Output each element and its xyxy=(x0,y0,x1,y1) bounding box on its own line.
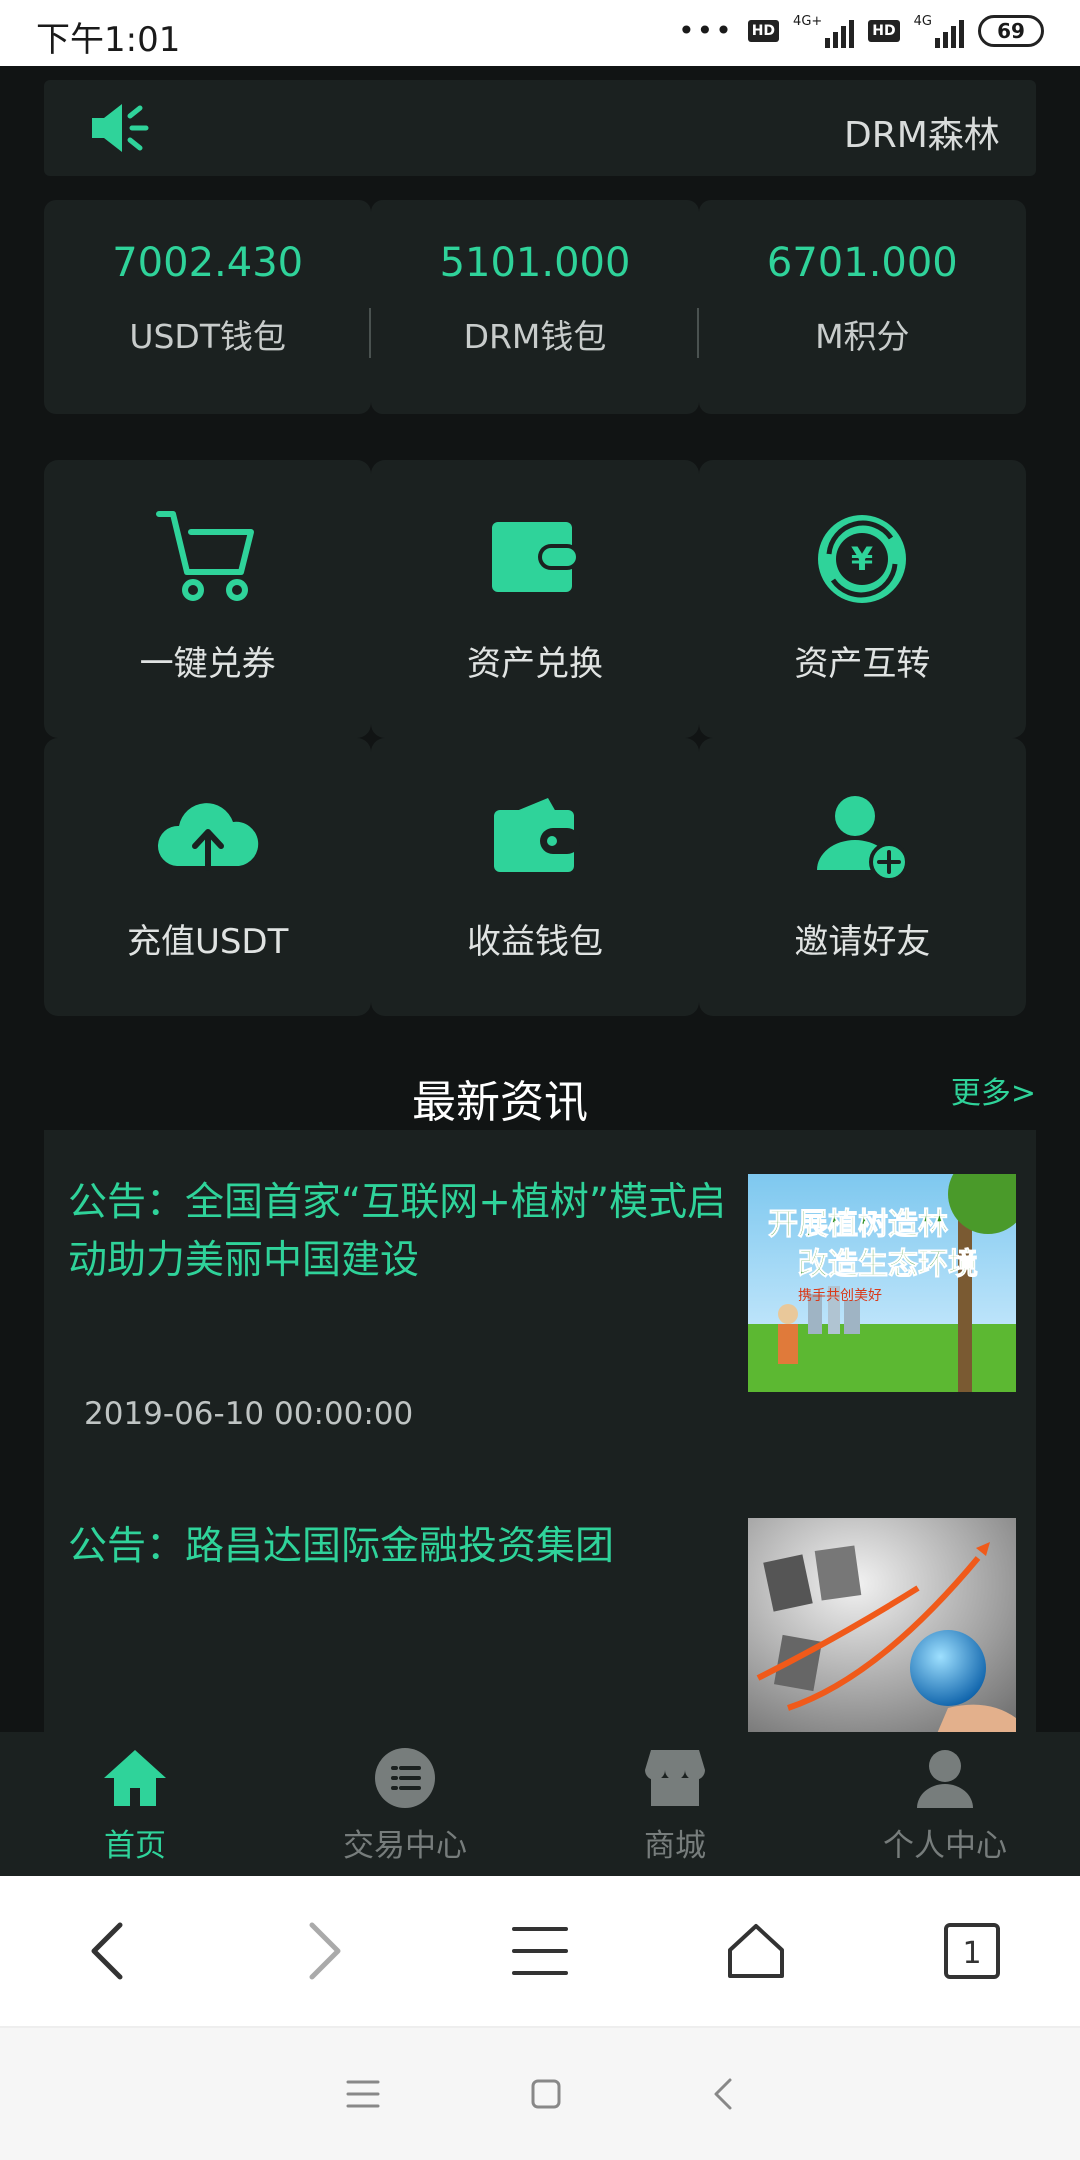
speaker-icon xyxy=(90,102,150,158)
system-nav-bar xyxy=(0,2028,1080,2160)
tab-label: 个人中心 xyxy=(883,1828,1007,1864)
network-label-2: 4G xyxy=(913,14,932,29)
action-asset-exchange[interactable]: 资产兑换 xyxy=(371,460,699,738)
news-item-title: 公告：全国首家“互联网+植树”模式启动助力美丽中国建设 xyxy=(68,1180,727,1283)
tabs-count-icon: 1 xyxy=(944,1923,1000,1979)
news-thumbnail xyxy=(748,1518,1016,1732)
wallet-icon xyxy=(371,504,698,614)
news-item-title: 公告：路昌达国际金融投资集团 xyxy=(68,1524,615,1569)
wallet-label: M积分 xyxy=(815,317,910,356)
browser-forward-button[interactable] xyxy=(216,1876,432,2026)
news-more-link[interactable]: 更多> xyxy=(951,1068,1036,1112)
hd-badge-1: HD xyxy=(747,20,780,42)
wallet-label: DRM钱包 xyxy=(463,317,607,356)
wallet-summary: 7002.430 USDT钱包 5101.000 DRM钱包 6701.000 … xyxy=(44,200,1026,414)
menu-icon xyxy=(512,1927,568,1975)
action-label: 资产兑换 xyxy=(466,644,603,684)
home-icon xyxy=(0,1746,270,1810)
news-header: 最新资讯 更多> xyxy=(0,1062,1080,1132)
bottom-tab-bar: 首页 交易中心 商城 个人中心 xyxy=(0,1732,1080,1876)
app-content: DRM森林 7002.430 USDT钱包 5101.000 DRM钱包 670… xyxy=(0,66,1080,1732)
wallet-value: 5101.000 xyxy=(439,240,631,286)
yen-exchange-icon: ¥ xyxy=(699,504,1026,614)
action-label: 收益钱包 xyxy=(466,922,603,962)
home-outline-icon xyxy=(728,1924,784,1978)
system-back-icon[interactable] xyxy=(712,2077,734,2111)
tab-label: 交易中心 xyxy=(343,1828,467,1864)
recent-apps-icon[interactable] xyxy=(346,2079,380,2109)
status-time: 下午1:01 xyxy=(36,20,181,60)
cloud-upload-icon xyxy=(44,782,371,892)
news-list: 公告：全国首家“互联网+植树”模式启动助力美丽中国建设 2019-06-10 0… xyxy=(44,1130,1036,1732)
browser-toolbar: 1 xyxy=(0,1876,1080,2028)
news-item[interactable]: 公告：全国首家“互联网+植树”模式启动助力美丽中国建设 2019-06-10 0… xyxy=(44,1130,1036,1460)
browser-back-button[interactable] xyxy=(0,1876,216,2026)
wallet-open-icon xyxy=(371,782,698,892)
back-arrow-icon xyxy=(91,1922,123,1980)
action-earnings-wallet[interactable]: 收益钱包 xyxy=(371,738,699,1016)
wallet-label: USDT钱包 xyxy=(129,317,286,356)
wallet-points[interactable]: 6701.000 M积分 xyxy=(698,200,1026,414)
action-one-click-voucher[interactable]: 一键兑券 xyxy=(44,460,372,738)
add-user-icon xyxy=(699,782,1026,892)
tab-label: 商城 xyxy=(644,1828,706,1864)
news-thumbnail: 开展植树造林 改造生态环境 携手共创美好 xyxy=(748,1174,1016,1392)
system-home-icon[interactable] xyxy=(530,2078,562,2110)
svg-text:1: 1 xyxy=(962,1936,981,1971)
tab-mall[interactable]: 商城 xyxy=(540,1732,810,1876)
hd-badge-2: HD xyxy=(868,20,900,42)
list-icon xyxy=(270,1746,540,1810)
action-grid: 一键兑券 资产兑换 ¥ 资产互转 充值USDT 收益钱包 邀请好友 xyxy=(44,460,1026,1016)
signal-4g-icon: 4G xyxy=(914,14,964,48)
browser-home-button[interactable] xyxy=(648,1876,864,2026)
forward-arrow-icon xyxy=(309,1922,341,1980)
cart-icon xyxy=(44,504,371,614)
news-section-title: 最新资讯 xyxy=(412,1077,588,1128)
notice-bar[interactable]: DRM森林 xyxy=(44,80,1036,176)
action-recharge-usdt[interactable]: 充值USDT xyxy=(44,738,372,1016)
news-item[interactable]: 公告：路昌达国际金融投资集团 xyxy=(44,1474,1036,1732)
battery-icon: 69 xyxy=(978,15,1044,47)
action-asset-transfer[interactable]: ¥ 资产互转 xyxy=(698,460,1026,738)
browser-menu-button[interactable] xyxy=(432,1876,648,2026)
action-invite-friends[interactable]: 邀请好友 xyxy=(698,738,1026,1016)
tab-trading-center[interactable]: 交易中心 xyxy=(270,1732,540,1876)
svg-text:¥: ¥ xyxy=(851,540,873,578)
action-label: 一键兑券 xyxy=(139,644,276,684)
notice-text: DRM森林 xyxy=(844,115,1000,156)
tab-label: 首页 xyxy=(104,1828,166,1864)
action-label: 邀请好友 xyxy=(794,922,931,962)
wallet-value: 7002.430 xyxy=(112,240,304,286)
more-dots-icon: ••• xyxy=(678,14,734,47)
thumb-caption-1: 开展植树造林 xyxy=(768,1207,948,1242)
wallet-usdt[interactable]: 7002.430 USDT钱包 xyxy=(44,200,372,414)
thumb-caption-2: 改造生态环境 xyxy=(798,1247,978,1282)
tab-home[interactable]: 首页 xyxy=(0,1732,270,1876)
wallet-value: 6701.000 xyxy=(766,240,958,286)
thumb-caption-3: 携手共创美好 xyxy=(798,1288,882,1304)
browser-tabs-button[interactable]: 1 xyxy=(864,1876,1080,2026)
wallet-drm[interactable]: 5101.000 DRM钱包 xyxy=(371,200,699,414)
action-label: 资产互转 xyxy=(794,644,931,684)
store-icon xyxy=(540,1746,810,1810)
network-label-1: 4G+ xyxy=(793,14,823,29)
status-bar: 下午1:01 ••• HD 4G+ HD 4G 69 xyxy=(0,0,1080,66)
tab-personal-center[interactable]: 个人中心 xyxy=(810,1732,1080,1876)
action-label: 充值USDT xyxy=(126,922,289,962)
person-icon xyxy=(810,1746,1080,1810)
signal-4g-plus-icon: 4G+ xyxy=(793,14,855,48)
news-item-date: 2019-06-10 00:00:00 xyxy=(84,1396,414,1432)
